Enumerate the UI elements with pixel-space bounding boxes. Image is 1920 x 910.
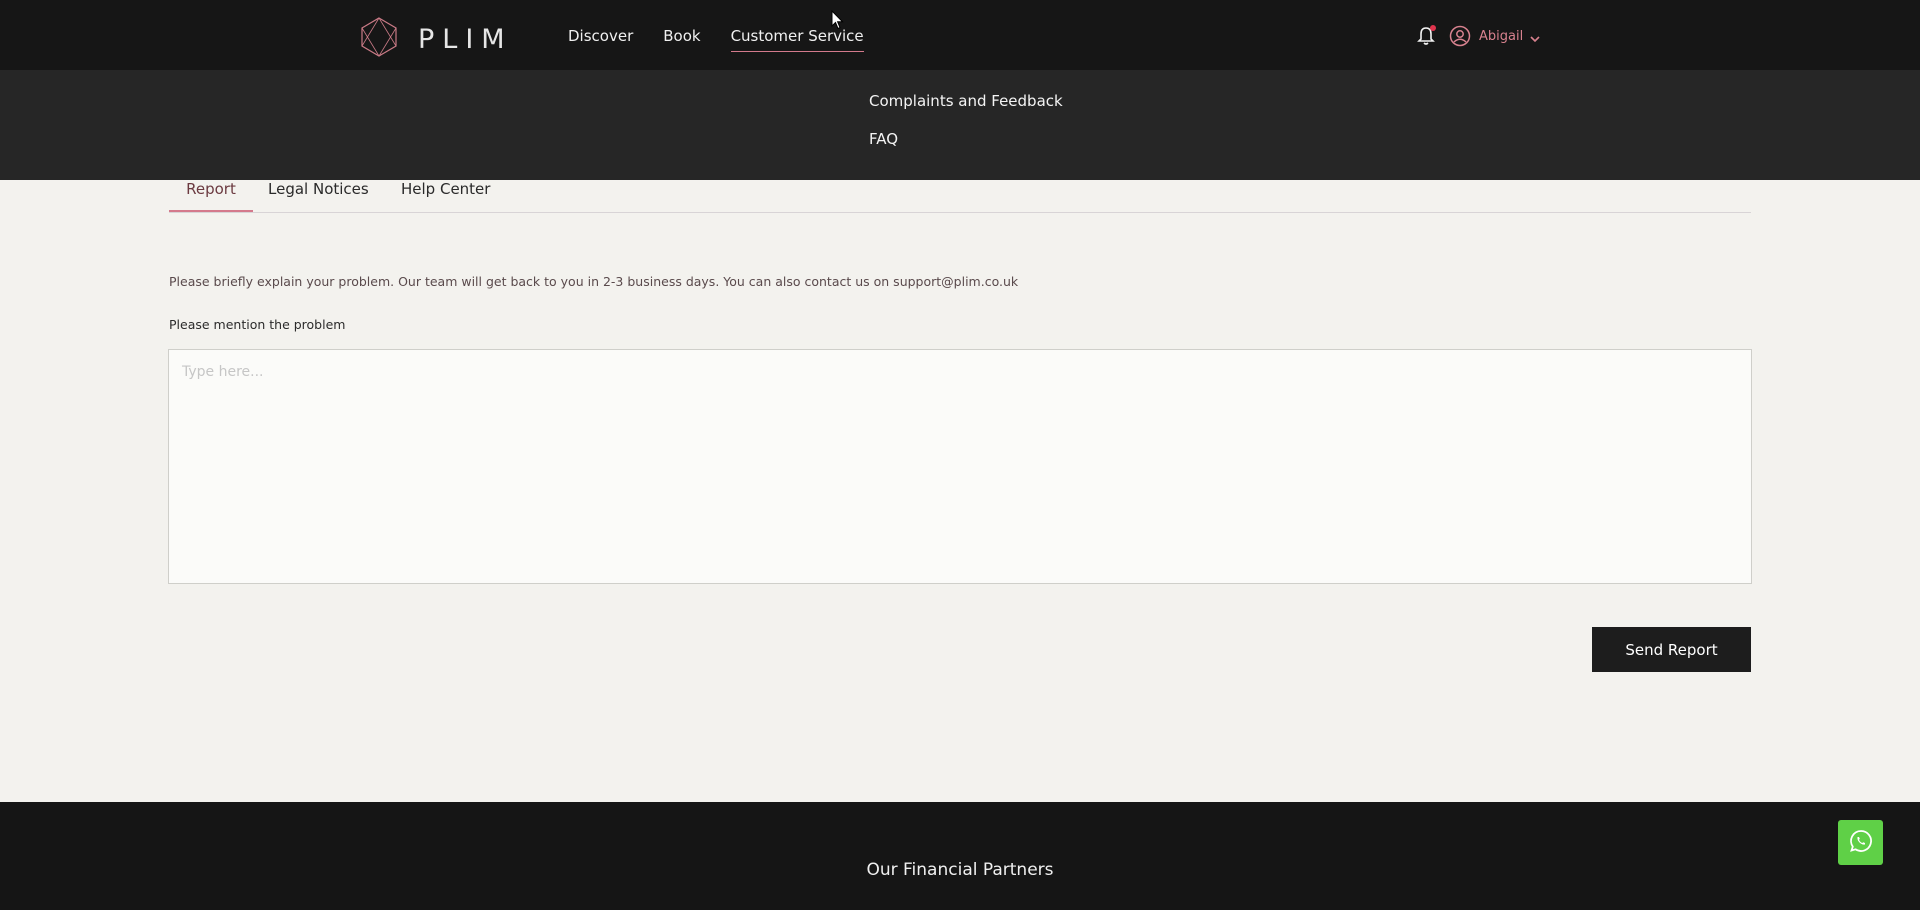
user-avatar-icon[interactable]	[1449, 25, 1471, 47]
footer-title: Our Financial Partners	[866, 860, 1054, 880]
user-name[interactable]: Abigail	[1479, 29, 1523, 44]
main-nav: Discover Book Customer Service	[568, 27, 894, 52]
problem-textarea[interactable]	[168, 349, 1752, 584]
problem-field-label: Please mention the problem	[169, 317, 346, 332]
chevron-down-icon[interactable]	[1529, 30, 1541, 43]
notification-dot	[1430, 25, 1436, 31]
notification-bell-icon[interactable]	[1415, 25, 1437, 47]
report-info-text: Please briefly explain your problem. Our…	[169, 274, 1019, 289]
mouse-cursor-icon	[831, 9, 845, 30]
tab-legal-notices[interactable]: Legal Notices	[268, 180, 369, 212]
submenu-item-complaints[interactable]: Complaints and Feedback	[869, 92, 1063, 110]
send-report-button[interactable]: Send Report	[1592, 627, 1751, 672]
logo-gem-icon	[358, 16, 400, 62]
whatsapp-button[interactable]	[1838, 820, 1883, 865]
nav-item-customer-service[interactable]: Customer Service	[730, 27, 864, 52]
tab-report[interactable]: Report	[169, 180, 253, 212]
nav-item-book[interactable]: Book	[663, 27, 700, 52]
user-area: Abigail	[1415, 25, 1541, 47]
nav-item-discover[interactable]: Discover	[568, 27, 633, 52]
whatsapp-icon	[1848, 828, 1874, 858]
page-tabs: Report Legal Notices Help Center	[169, 180, 1751, 213]
brand-name: PLIM	[418, 23, 513, 55]
brand-logo[interactable]: PLIM	[358, 16, 513, 62]
footer: Our Financial Partners	[0, 802, 1920, 910]
top-navbar: PLIM Discover Book Customer Service Abig…	[0, 0, 1920, 70]
submenu-item-faq[interactable]: FAQ	[869, 130, 898, 148]
tab-help-center[interactable]: Help Center	[401, 180, 490, 212]
customer-service-submenu: Complaints and Feedback FAQ	[0, 70, 1920, 180]
